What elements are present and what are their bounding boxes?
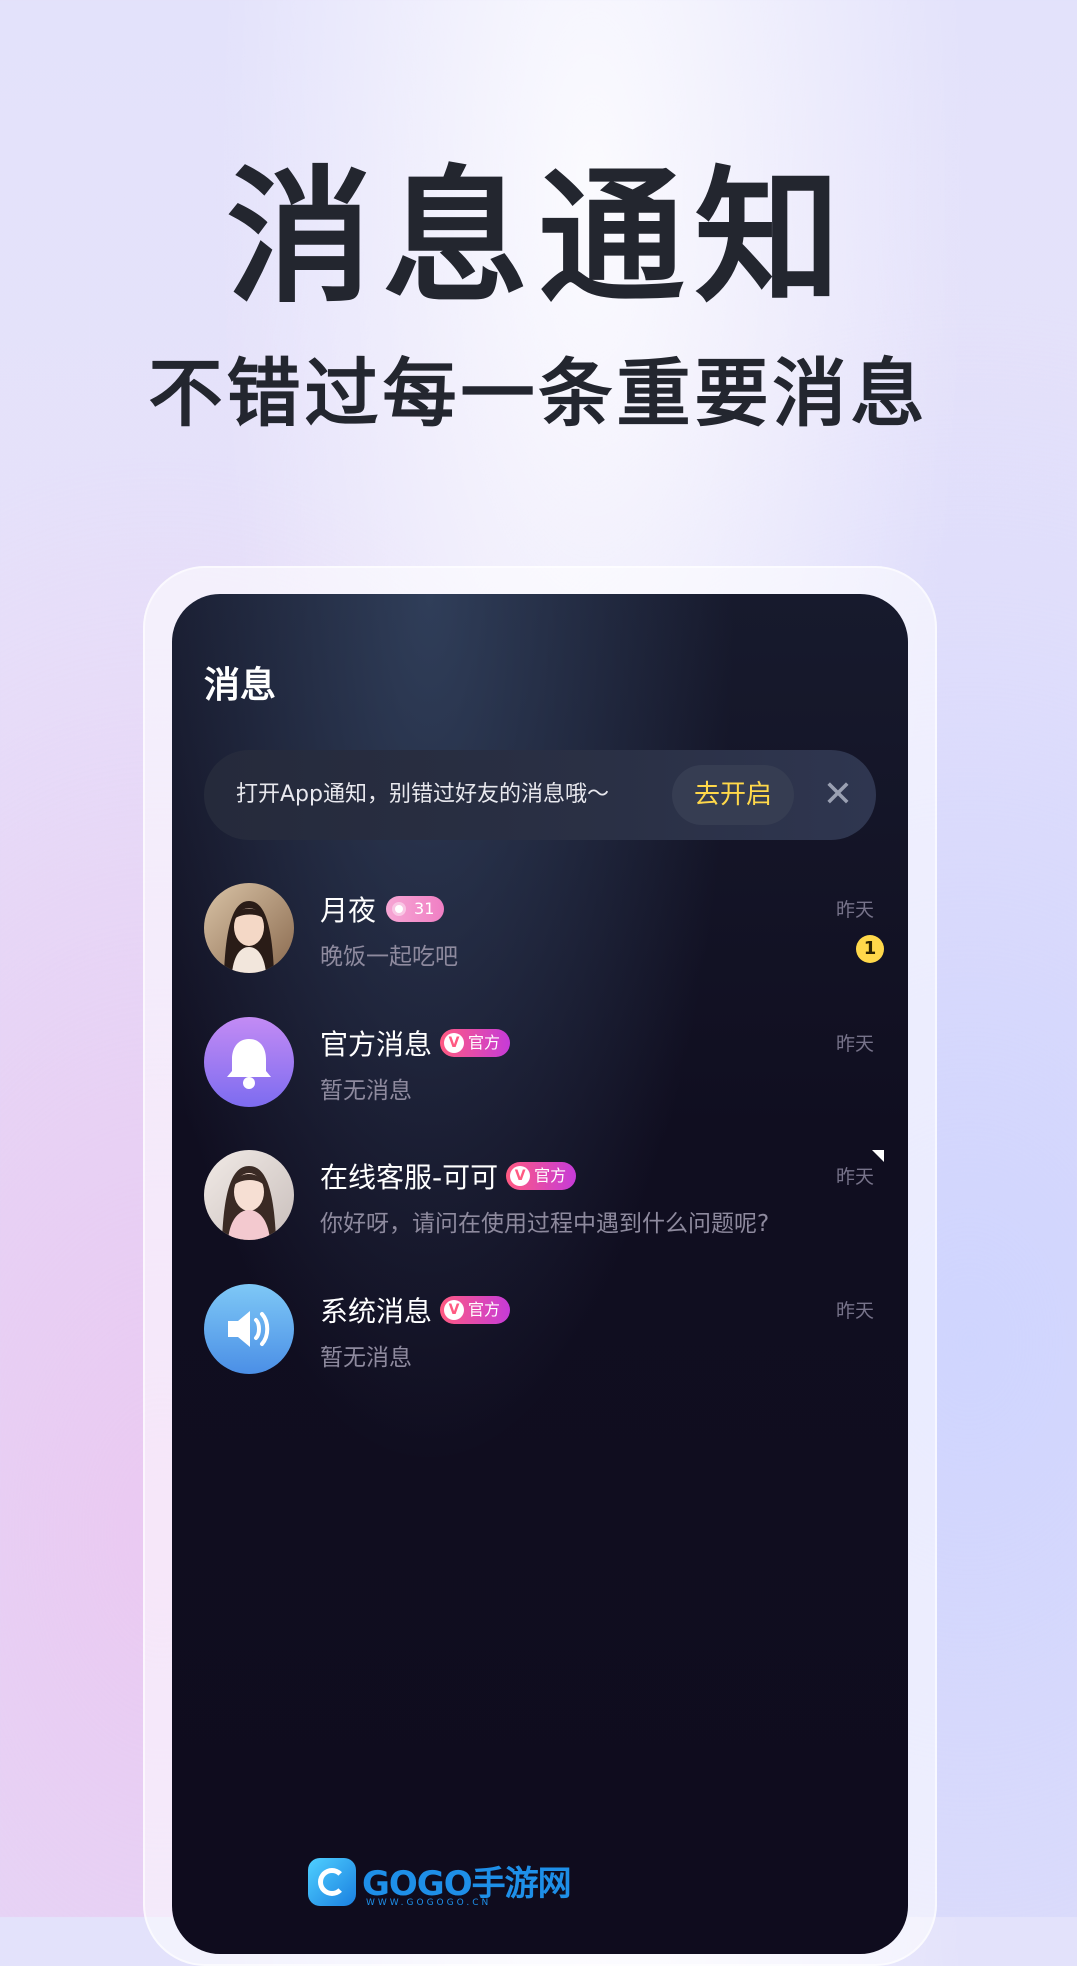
promo-headline: 消息通知: [226, 153, 851, 323]
avatar[interactable]: [204, 883, 294, 973]
promo-subline: 不错过每一条重要消息: [148, 351, 929, 437]
avatar[interactable]: [204, 1150, 294, 1240]
message-preview: 晚饭一起吃吧: [320, 944, 458, 970]
message-time: 昨天: [835, 1033, 874, 1055]
message-time: 昨天: [835, 899, 874, 921]
official-badge: V 官方: [440, 1029, 511, 1057]
official-badge-label: 官方: [468, 1033, 501, 1052]
official-badge: V 官方: [506, 1162, 577, 1190]
conversation-item-system[interactable]: 系统消息 V 官方 暂无消息 昨天: [204, 1284, 884, 1384]
conversation-name: 在线客服-可可 V 官方: [320, 1156, 577, 1196]
notification-banner: 打开App通知，别错过好友的消息哦～ 去开启 ✕: [204, 750, 876, 840]
official-badge-label: 官方: [468, 1300, 501, 1319]
conversation-item-official[interactable]: 官方消息 V 官方 暂无消息 昨天: [204, 1017, 884, 1117]
gogo-logo-icon: [308, 1858, 356, 1906]
unread-count-badge: 1: [856, 935, 884, 963]
bell-icon[interactable]: [204, 1017, 294, 1107]
message-time: 昨天: [835, 1300, 874, 1322]
page-title: 消息: [204, 665, 277, 706]
message-preview: 你好呀，请问在使用过程中遇到什么问题呢?: [320, 1211, 770, 1237]
verified-icon: V: [444, 1032, 465, 1053]
level-badge: 31: [386, 896, 445, 922]
message-preview: 暂无消息: [320, 1078, 412, 1104]
conversation-item-customer-service[interactable]: 在线客服-可可 V 官方 你好呀，请问在使用过程中遇到什么问题呢? 昨天: [204, 1150, 884, 1250]
close-icon[interactable]: ✕: [816, 773, 860, 817]
conversation-name: 系统消息 V 官方: [320, 1290, 511, 1330]
enable-notifications-button[interactable]: 去开启: [672, 765, 794, 825]
level-icon: [392, 901, 407, 916]
watermark-url: WWW.GOGOGO.CN: [366, 1898, 492, 1908]
verified-icon: V: [510, 1165, 531, 1186]
pinned-corner-icon: [872, 1150, 884, 1162]
verified-icon: V: [444, 1299, 465, 1320]
messages-screen: 消息 打开App通知，别错过好友的消息哦～ 去开启 ✕ 月夜 31 晚饭一起吃吧…: [172, 594, 908, 1954]
message-preview: 暂无消息: [320, 1345, 412, 1371]
conversation-name-text: 在线客服-可可: [320, 1161, 499, 1194]
conversation-name-text: 月夜: [320, 894, 377, 927]
conversation-item-yueye[interactable]: 月夜 31 晚饭一起吃吧 昨天 1: [204, 883, 884, 983]
speaker-icon[interactable]: [204, 1284, 294, 1374]
conversation-name-text: 官方消息: [320, 1028, 433, 1061]
official-badge-label: 官方: [534, 1166, 567, 1185]
conversation-name: 月夜 31: [320, 889, 445, 929]
notification-banner-text: 打开App通知，别错过好友的消息哦～: [236, 782, 609, 807]
conversation-name: 官方消息 V 官方: [320, 1023, 511, 1063]
message-time: 昨天: [835, 1166, 874, 1188]
level-value: 31: [414, 899, 435, 918]
conversation-name-text: 系统消息: [320, 1295, 433, 1328]
official-badge: V 官方: [440, 1296, 511, 1324]
